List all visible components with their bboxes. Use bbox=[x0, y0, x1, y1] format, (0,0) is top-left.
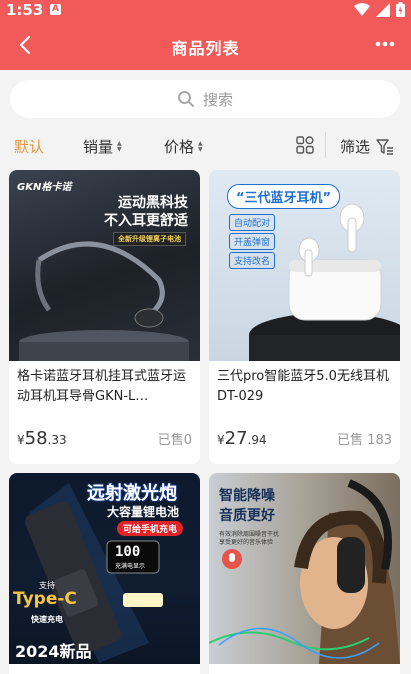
price-integer: 27 bbox=[224, 428, 248, 449]
filter-price[interactable]: 价格 ▲ ▼ bbox=[164, 136, 203, 157]
product-image: “三代蓝牙耳机” 自动配对 开盖弹窗 支持改名 bbox=[209, 170, 400, 361]
sort-arrows-icon: ▲ ▼ bbox=[117, 139, 122, 153]
filter-price-label: 价格 bbox=[164, 138, 195, 156]
search-placeholder: 搜索 bbox=[202, 90, 233, 109]
product-image: 远射激光炮 大容量锂电池 可给手机充电 100 充满电显示 支持 Type-C … bbox=[9, 473, 200, 664]
search-input[interactable]: 搜索 bbox=[10, 80, 400, 118]
filter-sales[interactable]: 销量 ▲ ▼ bbox=[83, 136, 122, 157]
more-button[interactable] bbox=[373, 34, 397, 54]
filter-sales-label: 销量 bbox=[83, 138, 114, 156]
product-image: GKN格卡诺 运动黑科技 不入耳更舒适 全新升级锂离子电池 bbox=[9, 170, 200, 361]
sold-count: 已售0 bbox=[157, 433, 192, 448]
product-image: 智能降噪 音质更好 有效消除周围噪音干扰 享受更好的音乐体验 bbox=[209, 473, 400, 664]
product-meta: ¥27.94 已售 183 bbox=[217, 428, 392, 449]
battery-icon bbox=[396, 2, 405, 17]
app-header: 商品列表 bbox=[0, 20, 411, 70]
filter-default-label: 默认 bbox=[14, 138, 45, 156]
filter-divider bbox=[325, 132, 326, 158]
notification-icon: A bbox=[50, 4, 61, 15]
status-time: 1:53 bbox=[6, 1, 44, 19]
product-image-year: 2024新品 bbox=[15, 642, 92, 661]
price-integer: 58 bbox=[24, 428, 48, 449]
wifi-icon bbox=[354, 2, 370, 16]
sold-count: 已售 183 bbox=[337, 433, 392, 448]
filter-screen-label: 筛选 bbox=[340, 138, 371, 156]
product-image-battery: 100 bbox=[115, 544, 141, 560]
system-icons bbox=[354, 2, 405, 17]
product-image-line2: 大容量锂电池 bbox=[107, 505, 180, 519]
product-image-typec: Type-C bbox=[13, 589, 77, 609]
product-name: 三代pro智能蓝牙5.0无线耳机DT-029 bbox=[217, 369, 389, 404]
funnel-icon bbox=[376, 138, 394, 155]
filter-default[interactable]: 默认 bbox=[14, 136, 44, 157]
product-card[interactable]: 智能降噪 音质更好 有效消除周围噪音干扰 享受更好的音乐体验 bbox=[209, 473, 400, 674]
product-card[interactable]: 远射激光炮 大容量锂电池 可给手机充电 100 充满电显示 支持 Type-C … bbox=[9, 473, 200, 674]
product-name: 格卡诺蓝牙耳机挂耳式蓝牙运动耳机耳导骨GKN-L… bbox=[17, 369, 187, 404]
price-decimal: .33 bbox=[47, 433, 67, 447]
product-image-battery-label: 充满电显示 bbox=[115, 563, 146, 570]
sort-arrows-icon: ▲ ▼ bbox=[198, 139, 203, 153]
status-bar: 1:53 A bbox=[0, 0, 411, 20]
product-meta: ¥58.33 已售0 bbox=[17, 428, 192, 449]
product-card[interactable]: GKN格卡诺 运动黑科技 不入耳更舒适 全新升级锂离子电池 格卡诺蓝牙耳机挂耳式… bbox=[9, 170, 200, 464]
more-dots-icon bbox=[375, 41, 395, 47]
product-card[interactable]: “三代蓝牙耳机” 自动配对 开盖弹窗 支持改名 三代pro智能蓝牙5.0无线耳机… bbox=[209, 170, 400, 464]
search-icon bbox=[177, 90, 195, 108]
product-price: ¥58.33 bbox=[17, 428, 67, 449]
product-image-line2: 音质更好 bbox=[219, 508, 275, 524]
signal-icon bbox=[376, 2, 390, 17]
earbuds-illustration bbox=[249, 203, 400, 361]
filter-bar: 默认 销量 ▲ ▼ 价格 ▲ ▼ 筛选 bbox=[0, 128, 411, 164]
grid-view-toggle[interactable] bbox=[296, 136, 314, 158]
product-image-desc2: 享受更好的音乐体验 bbox=[219, 539, 274, 546]
grid-icon bbox=[296, 136, 314, 154]
price-symbol: ¥ bbox=[17, 433, 25, 447]
price-symbol: ¥ bbox=[217, 433, 225, 447]
page-title: 商品列表 bbox=[171, 39, 240, 58]
filter-screen-button[interactable]: 筛选 bbox=[340, 136, 394, 157]
product-image-line1: 远射激光炮 bbox=[87, 483, 177, 504]
price-decimal: .94 bbox=[247, 433, 267, 447]
headphone-illustration bbox=[19, 241, 189, 361]
product-price: ¥27.94 bbox=[217, 428, 267, 449]
product-image-fast: 快速充电 bbox=[31, 615, 63, 624]
product-image-badge: 可给手机充电 bbox=[117, 521, 184, 536]
product-image-line1: 智能降噪 bbox=[219, 488, 275, 504]
